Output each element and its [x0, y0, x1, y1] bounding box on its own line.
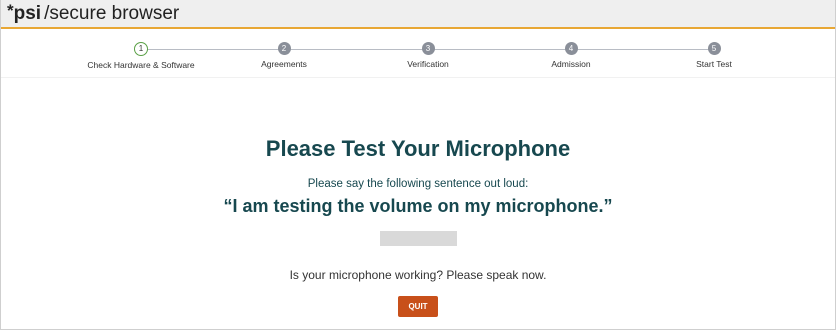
secure-browser-window: * psi /secure browser 1 Check Hardware &… [0, 0, 836, 330]
logo-star: * [7, 0, 14, 20]
microphone-level-meter [379, 231, 457, 246]
step-label: Check Hardware & Software [87, 60, 195, 70]
instruction-text: Please say the following sentence out lo… [307, 178, 529, 190]
progress-stepper: 1 Check Hardware & Software 2 Agreements… [1, 29, 835, 78]
step-number: 1 [134, 42, 148, 56]
step-label: Start Test [696, 59, 732, 69]
quit-button[interactable]: QUIT [398, 296, 438, 317]
test-sentence: “I am testing the volume on my microphon… [223, 196, 613, 216]
step-number: 3 [421, 42, 435, 55]
title-bar: * psi /secure browser [1, 0, 835, 29]
step-label: Admission [551, 59, 591, 69]
step-number: 4 [564, 42, 578, 55]
app-title: /secure browser [44, 2, 180, 24]
step-agreements: 2 Agreements [204, 42, 364, 69]
page-title: Please Test Your Microphone [265, 136, 571, 161]
step-verification: 3 Verification [348, 42, 508, 69]
microphone-question: Is your microphone working? Please speak… [289, 268, 547, 282]
step-number: 5 [707, 42, 721, 55]
microphone-test-panel: Please Test Your Microphone Please say t… [1, 136, 835, 317]
psi-logo: * psi /secure browser [7, 0, 180, 25]
step-start-test: 5 Start Test [634, 42, 794, 69]
step-label: Verification [407, 59, 449, 69]
step-check-hardware: 1 Check Hardware & Software [61, 42, 221, 70]
logo-psi: psi [13, 2, 42, 24]
step-label: Agreements [261, 59, 307, 69]
step-admission: 4 Admission [491, 42, 651, 69]
step-number: 2 [277, 42, 291, 55]
